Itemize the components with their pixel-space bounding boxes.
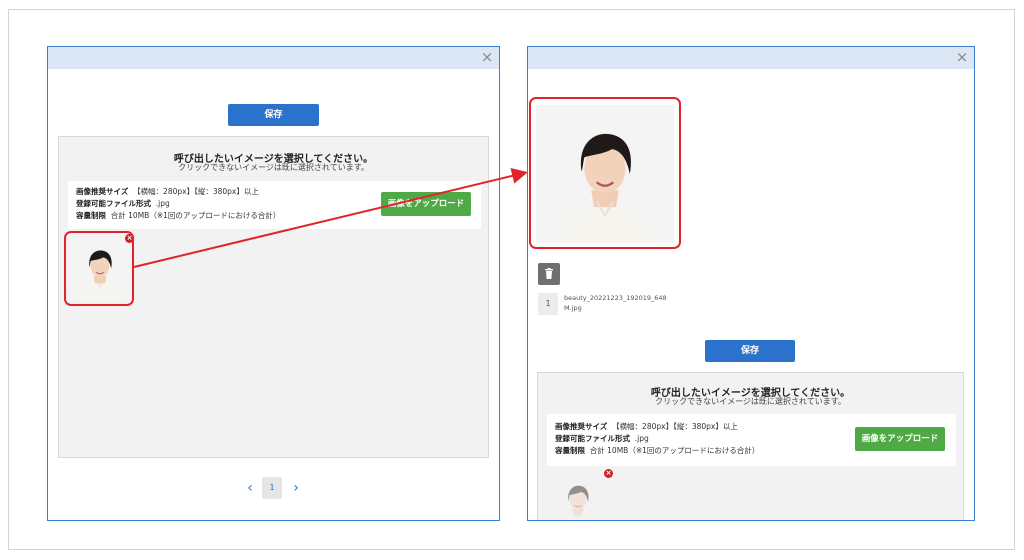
annotation-arrow — [133, 168, 528, 268]
